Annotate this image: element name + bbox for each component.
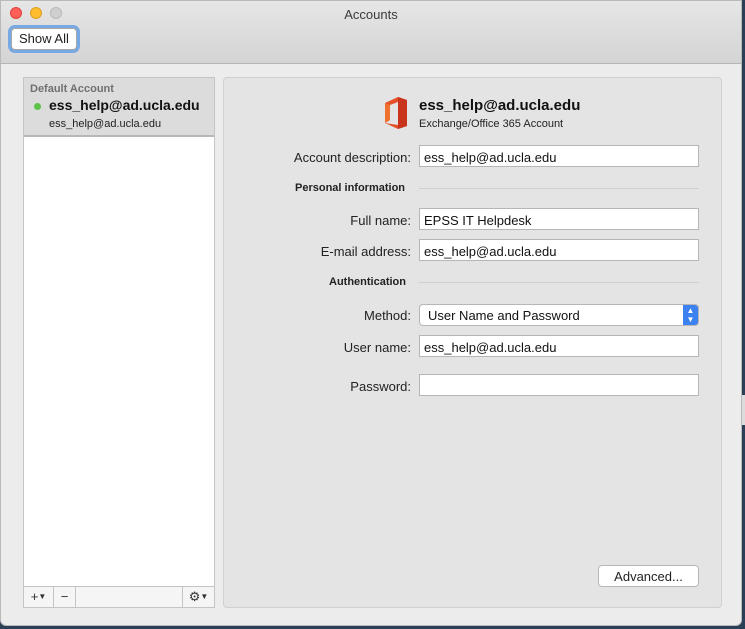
account-subtitle: ess_help@ad.ucla.edu (49, 118, 162, 130)
method-selected-value: User Name and Password (428, 308, 580, 323)
full-name-label: Full name: (350, 213, 411, 228)
password-label: Password: (350, 379, 411, 394)
password-field[interactable] (419, 374, 699, 396)
method-select[interactable]: User Name and Password ▲ ▼ (419, 304, 699, 326)
title-bar: Accounts Show All (1, 1, 741, 64)
email-label: E-mail address: (320, 244, 411, 259)
gear-icon: ⚙ (188, 589, 201, 604)
add-account-button[interactable]: +▼ (24, 587, 54, 607)
account-list-item[interactable]: Default Account ess_help@ad.ucla.edu ess… (24, 78, 214, 137)
authentication-heading: Authentication (329, 276, 406, 288)
updown-chevron-icon: ▲ ▼ (683, 305, 698, 325)
account-name: ess_help@ad.ucla.edu (49, 97, 200, 113)
accounts-sidebar: Default Account ess_help@ad.ucla.edu ess… (23, 77, 215, 608)
minus-icon: − (60, 589, 69, 604)
status-dot-icon (34, 103, 41, 110)
accounts-window: Accounts Show All Default Account ess_he… (0, 0, 742, 626)
remove-account-button[interactable]: − (54, 587, 76, 607)
full-name-field[interactable] (419, 208, 699, 230)
email-field[interactable] (419, 239, 699, 261)
account-detail-panel: ess_help@ad.ucla.edu Exchange/Office 365… (223, 77, 722, 608)
advanced-button[interactable]: Advanced... (598, 565, 699, 587)
account-description-label: Account description: (293, 150, 411, 165)
chevron-down-icon: ▼ (200, 592, 209, 601)
account-title: ess_help@ad.ucla.edu (419, 97, 581, 114)
chevron-down-icon: ▼ (38, 592, 47, 601)
account-type: Exchange/Office 365 Account (419, 118, 564, 130)
section-divider (419, 282, 699, 283)
window-title: Accounts (344, 7, 398, 22)
show-all-button[interactable]: Show All (11, 28, 77, 50)
account-group-header: Default Account (30, 83, 114, 95)
account-description-field[interactable] (419, 145, 699, 167)
method-label: Method: (364, 308, 411, 323)
section-divider (419, 188, 699, 189)
sidebar-toolbar: +▼ − ⚙▼ (24, 586, 214, 607)
actions-button[interactable]: ⚙▼ (182, 587, 214, 607)
username-label: User name: (343, 340, 411, 355)
personal-info-heading: Personal information (295, 182, 406, 194)
username-field[interactable] (419, 335, 699, 357)
office-365-icon (385, 97, 407, 129)
